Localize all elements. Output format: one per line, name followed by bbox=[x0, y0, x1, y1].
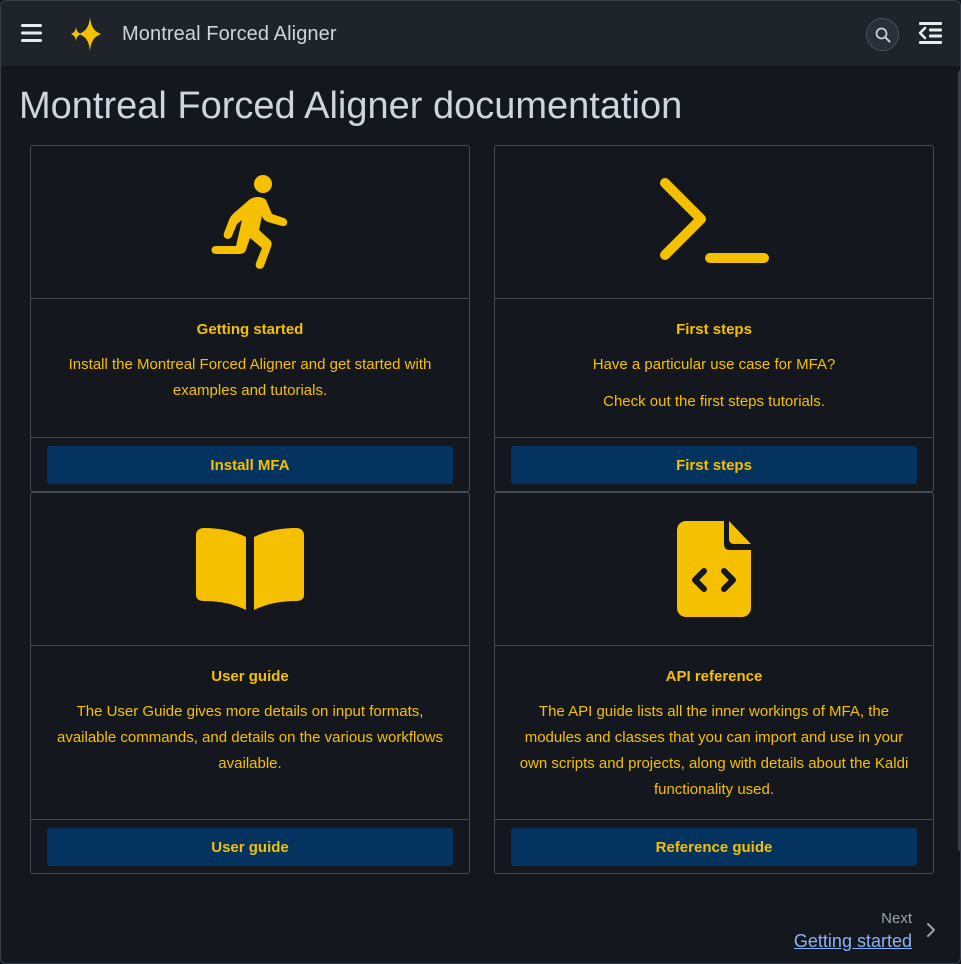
card-icon-area bbox=[31, 146, 469, 299]
card-description: Have a particular use case for MFA? bbox=[592, 356, 836, 373]
card-body: First steps Have a particular use case f… bbox=[495, 321, 933, 415]
card-body: User guide The User Guide gives more det… bbox=[31, 668, 469, 777]
card-footer: First steps bbox=[495, 437, 933, 492]
search-button[interactable] bbox=[866, 18, 899, 51]
card-icon-area bbox=[495, 493, 933, 646]
card-title: First steps bbox=[676, 321, 752, 338]
page-frame: Montreal Forced Aligner Montreal Forced … bbox=[0, 0, 961, 964]
chevron-right-icon bbox=[927, 923, 935, 937]
hamburger-menu-icon[interactable] bbox=[20, 23, 44, 43]
brand-title[interactable]: Montreal Forced Aligner bbox=[122, 23, 337, 46]
card-description: The User Guide gives more details on inp… bbox=[56, 703, 444, 772]
card-body: API reference The API guide lists all th… bbox=[495, 668, 933, 803]
sparkle-logo-icon[interactable] bbox=[69, 15, 105, 53]
search-icon bbox=[875, 27, 890, 42]
card-icon-area bbox=[31, 493, 469, 646]
card-body: Getting started Install the Montreal For… bbox=[31, 321, 469, 404]
card-footer: User guide bbox=[31, 819, 469, 874]
next-label: Next bbox=[881, 910, 912, 927]
card-footer: Install MFA bbox=[31, 437, 469, 492]
card-description: Install the Montreal Forced Aligner and … bbox=[68, 356, 432, 399]
terminal-prompt-icon bbox=[660, 178, 769, 263]
reference-guide-button[interactable]: Reference guide bbox=[511, 828, 917, 866]
card-api-reference: API reference The API guide lists all th… bbox=[494, 492, 934, 874]
card-icon-area bbox=[495, 146, 933, 299]
card-description-2: Check out the first steps tutorials. bbox=[603, 393, 825, 410]
next-page-link[interactable]: Next Getting started bbox=[781, 906, 941, 956]
card-title: API reference bbox=[665, 668, 763, 685]
card-getting-started: Getting started Install the Montreal For… bbox=[30, 145, 470, 492]
code-file-icon bbox=[677, 521, 751, 617]
table-of-contents-icon[interactable] bbox=[918, 21, 944, 45]
card-first-steps: First steps Have a particular use case f… bbox=[494, 145, 934, 492]
first-steps-button[interactable]: First steps bbox=[511, 446, 917, 484]
user-guide-button[interactable]: User guide bbox=[47, 828, 453, 866]
card-title: Getting started bbox=[196, 321, 304, 338]
running-person-icon bbox=[211, 175, 288, 269]
card-footer: Reference guide bbox=[495, 819, 933, 874]
next-page-title[interactable]: Getting started bbox=[794, 931, 912, 952]
install-mfa-button[interactable]: Install MFA bbox=[47, 446, 453, 484]
card-user-guide: User guide The User Guide gives more det… bbox=[30, 492, 470, 874]
page-title: Montreal Forced Aligner documentation bbox=[19, 85, 683, 127]
card-description: The API guide lists all the inner workin… bbox=[519, 703, 909, 798]
top-header: Montreal Forced Aligner bbox=[1, 1, 960, 66]
card-title: User guide bbox=[211, 668, 289, 685]
open-book-icon bbox=[196, 528, 304, 610]
